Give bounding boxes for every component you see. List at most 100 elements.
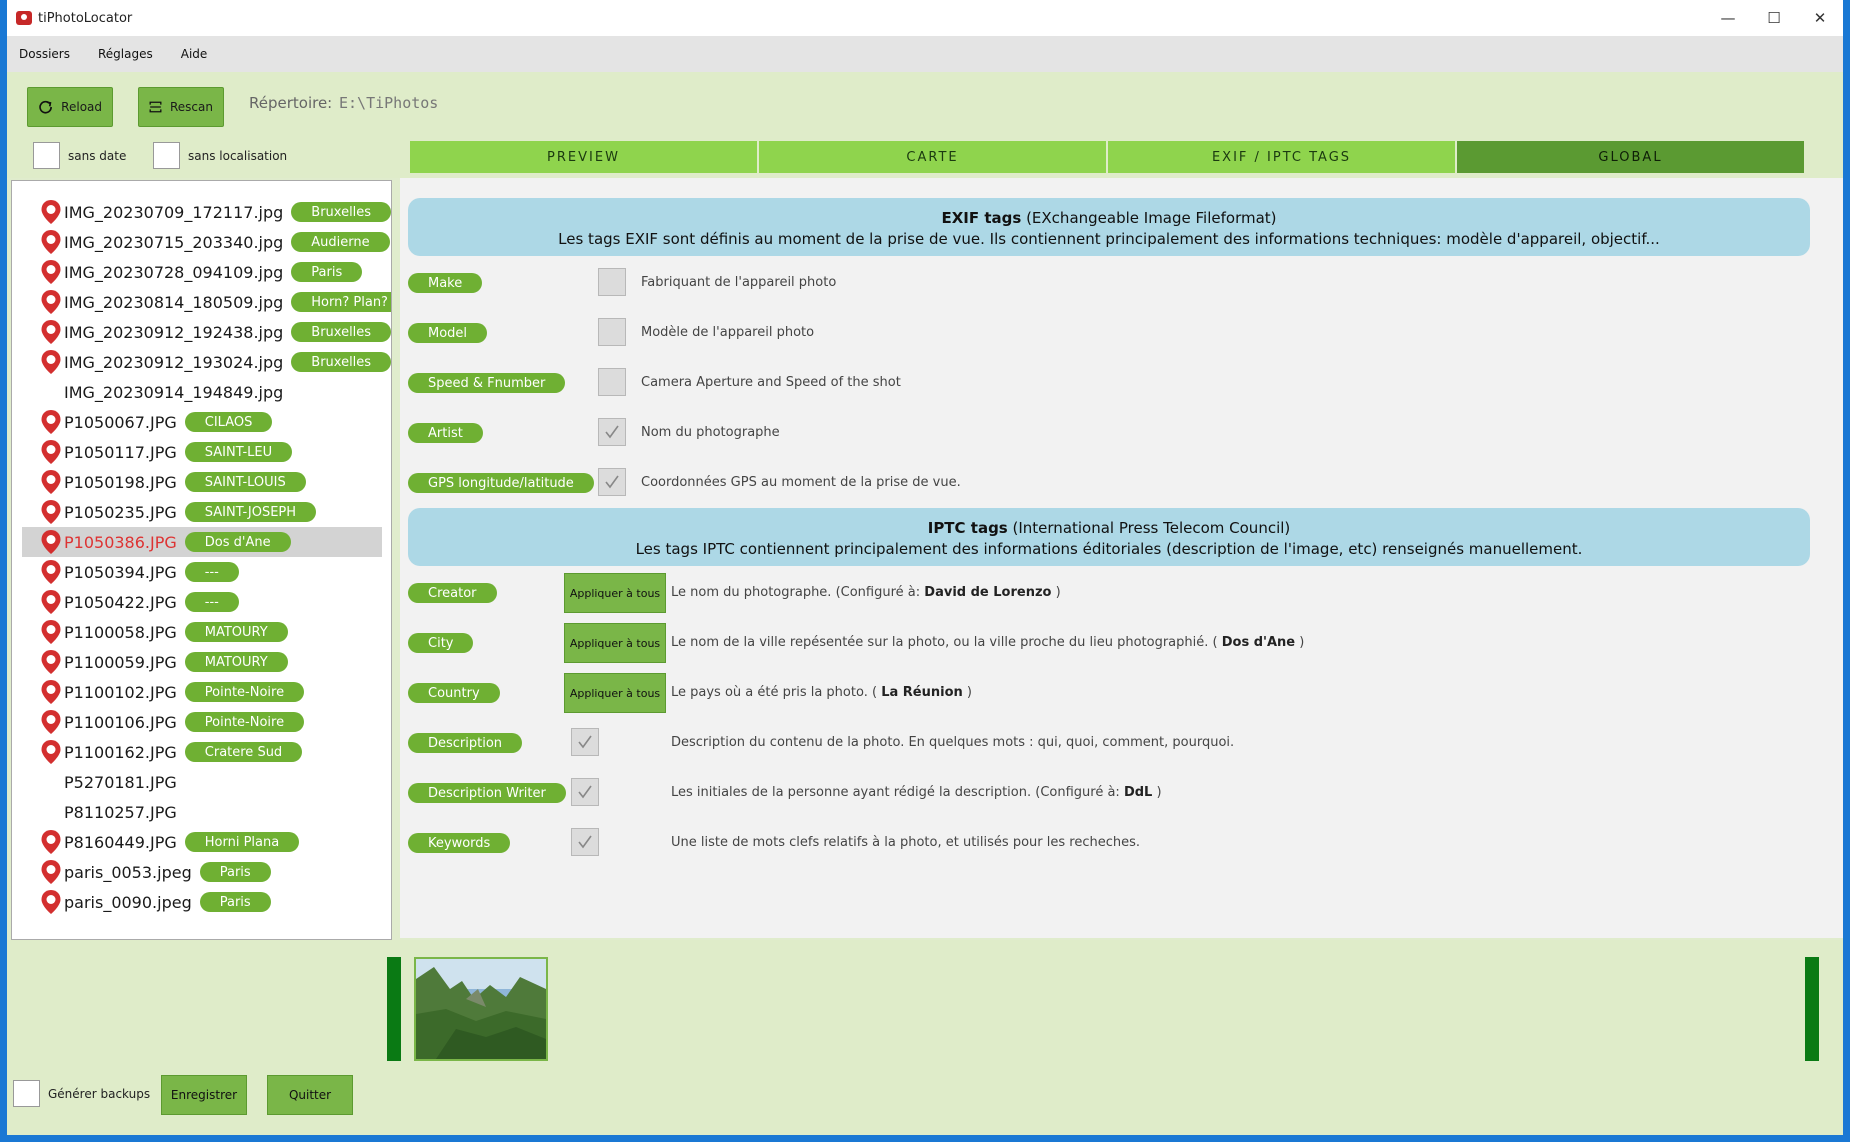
- check-icon: [605, 425, 619, 439]
- strip-scroll-right[interactable]: [1805, 957, 1819, 1061]
- photo-thumbnail[interactable]: [414, 957, 548, 1061]
- apply-creator-button[interactable]: Appliquer à tous: [564, 573, 666, 613]
- sans-date-box[interactable]: [33, 142, 60, 169]
- file-list-item[interactable]: P1100059.JPG MATOURY: [22, 647, 382, 677]
- file-list-item[interactable]: IMG_20230709_172117.jpg Bruxelles: [22, 197, 391, 227]
- app-window: tiPhotoLocator — ☐ ✕ Dossiers Réglages A…: [0, 0, 1850, 1142]
- file-name: IMG_20230728_094109.jpg: [64, 262, 284, 282]
- sans-localisation-checkbox[interactable]: sans localisation: [153, 142, 287, 169]
- file-name: IMG_20230709_172117.jpg: [64, 202, 284, 222]
- artist-checkbox[interactable]: [598, 418, 626, 446]
- exif-title: EXIF tags: [941, 209, 1022, 227]
- speed-fnumber-checkbox[interactable]: [598, 368, 626, 396]
- tab-preview[interactable]: PREVIEW: [410, 141, 757, 173]
- sans-date-checkbox[interactable]: sans date: [33, 142, 126, 169]
- file-list-item[interactable]: IMG_20230814_180509.jpg Horn? Plan?: [22, 287, 391, 317]
- city-description: Le nom de la ville repésentée sur la pho…: [671, 635, 1304, 650]
- file-list-item[interactable]: P1100058.JPG MATOURY: [22, 617, 382, 647]
- toolbar: Reload Rescan Répertoire: E:\TiPhotos sa…: [7, 72, 1843, 178]
- file-list-item[interactable]: paris_0053.jpeg Paris: [22, 857, 382, 887]
- location-badge: Horn? Plan?: [291, 292, 391, 312]
- gps-checkbox[interactable]: [598, 468, 626, 496]
- file-name: IMG_20230912_192438.jpg: [64, 322, 284, 342]
- file-list-item[interactable]: paris_0090.jpeg Paris: [22, 887, 382, 917]
- creator-desc-close: ): [1055, 585, 1061, 600]
- reload-button[interactable]: Reload: [27, 87, 113, 127]
- menu-reglages[interactable]: Réglages: [98, 47, 153, 61]
- rescan-button[interactable]: Rescan: [138, 87, 224, 127]
- writer-checkbox[interactable]: [571, 778, 599, 806]
- location-badge: Horni Plana: [184, 832, 300, 852]
- file-list-item[interactable]: P5270181.JPG: [22, 767, 382, 797]
- file-list-item[interactable]: IMG_20230728_094109.jpg Paris: [22, 257, 382, 287]
- file-list-item[interactable]: P1100106.JPG Pointe-Noire: [22, 707, 382, 737]
- file-name: P1100058.JPG: [64, 622, 177, 642]
- location-badge: ---: [184, 562, 239, 582]
- app-camera-icon: [16, 11, 32, 25]
- file-name: P1100059.JPG: [64, 652, 177, 672]
- rescan-label: Rescan: [170, 100, 213, 114]
- close-button[interactable]: ✕: [1797, 0, 1843, 36]
- location-badge: Audierne: [291, 232, 390, 252]
- file-list-item[interactable]: P8110257.JPG: [22, 797, 382, 827]
- menu-dossiers[interactable]: Dossiers: [19, 47, 70, 61]
- reload-label: Reload: [61, 100, 102, 114]
- description-checkbox[interactable]: [571, 728, 599, 756]
- sans-localisation-box[interactable]: [153, 142, 180, 169]
- location-badge: Pointe-Noire: [184, 712, 305, 732]
- file-list-item[interactable]: IMG_20230914_194849.jpg: [22, 377, 382, 407]
- tab-global[interactable]: GLOBAL: [1457, 141, 1804, 173]
- location-pin-icon: [40, 319, 62, 345]
- writer-value: DdL: [1123, 785, 1153, 800]
- maximize-button[interactable]: ☐: [1751, 0, 1797, 36]
- keywords-checkbox[interactable]: [571, 828, 599, 856]
- file-list-item[interactable]: IMG_20230715_203340.jpg Audierne: [22, 227, 390, 257]
- file-list[interactable]: IMG_20230709_172117.jpg Bruxelles IMG_2023…: [11, 180, 392, 940]
- description-description: Description du contenu de la photo. En q…: [671, 735, 1235, 750]
- file-list-item[interactable]: P1050117.JPG SAINT-LEU: [22, 437, 382, 467]
- make-checkbox[interactable]: [598, 268, 626, 296]
- backup-checkbox[interactable]: Générer backups: [13, 1080, 150, 1107]
- strip-scroll-left[interactable]: [387, 957, 401, 1061]
- file-list-item[interactable]: P1050067.JPG CILAOS: [22, 407, 382, 437]
- file-name: P1050386.JPG: [64, 532, 177, 552]
- backup-box[interactable]: [13, 1080, 40, 1107]
- city-value: Dos d'Ane: [1221, 635, 1296, 650]
- location-pin-icon: [40, 529, 62, 555]
- country-desc-text: Le pays où a été pris la photo. (: [671, 685, 878, 700]
- writer-desc-text: Les initiales de la personne ayant rédig…: [671, 785, 1120, 800]
- location-badge: ---: [184, 592, 239, 612]
- apply-city-button[interactable]: Appliquer à tous: [564, 623, 666, 663]
- file-list-item[interactable]: P1050198.JPG SAINT-LOUIS: [22, 467, 382, 497]
- tab-carte[interactable]: CARTE: [759, 141, 1106, 173]
- tab-exif-iptc[interactable]: EXIF / IPTC TAGS: [1108, 141, 1455, 173]
- keywords-description: Une liste de mots clefs relatifs à la ph…: [671, 835, 1140, 850]
- file-list-item[interactable]: P1100102.JPG Pointe-Noire: [22, 677, 382, 707]
- minimize-button[interactable]: —: [1705, 0, 1751, 36]
- location-pin-icon: [40, 619, 62, 645]
- creator-description: Le nom du photographe. (Configuré à: Dav…: [671, 585, 1061, 600]
- model-checkbox[interactable]: [598, 318, 626, 346]
- tag-artist: Artist: [408, 423, 483, 443]
- backup-label: Générer backups: [48, 1086, 151, 1101]
- apply-country-button[interactable]: Appliquer à tous: [564, 673, 666, 713]
- menu-aide[interactable]: Aide: [181, 47, 208, 61]
- save-button[interactable]: Enregistrer: [161, 1075, 247, 1115]
- check-icon: [578, 785, 592, 799]
- file-list-item[interactable]: P1050386.JPG Dos d'Ane: [22, 527, 382, 557]
- location-pin-icon: [40, 739, 62, 765]
- file-list-item[interactable]: P1050235.JPG SAINT-JOSEPH: [22, 497, 382, 527]
- quit-button[interactable]: Quitter: [267, 1075, 353, 1115]
- make-description: Fabriquant de l'appareil photo: [641, 275, 837, 290]
- location-badge: Bruxelles: [291, 322, 391, 342]
- file-name: paris_0053.jpeg: [64, 862, 192, 882]
- file-list-item[interactable]: P1100162.JPG Cratere Sud: [22, 737, 382, 767]
- file-list-item[interactable]: P1050394.JPG ---: [22, 557, 382, 587]
- sans-date-label: sans date: [68, 148, 127, 163]
- file-list-item[interactable]: P1050422.JPG ---: [22, 587, 382, 617]
- file-list-item[interactable]: IMG_20230912_192438.jpg Bruxelles: [22, 317, 391, 347]
- location-badge: Cratere Sud: [184, 742, 303, 762]
- file-list-item[interactable]: P8160449.JPG Horni Plana: [22, 827, 382, 857]
- location-badge: SAINT-LEU: [184, 442, 293, 462]
- file-list-item[interactable]: IMG_20230912_193024.jpg Bruxelles: [22, 347, 391, 377]
